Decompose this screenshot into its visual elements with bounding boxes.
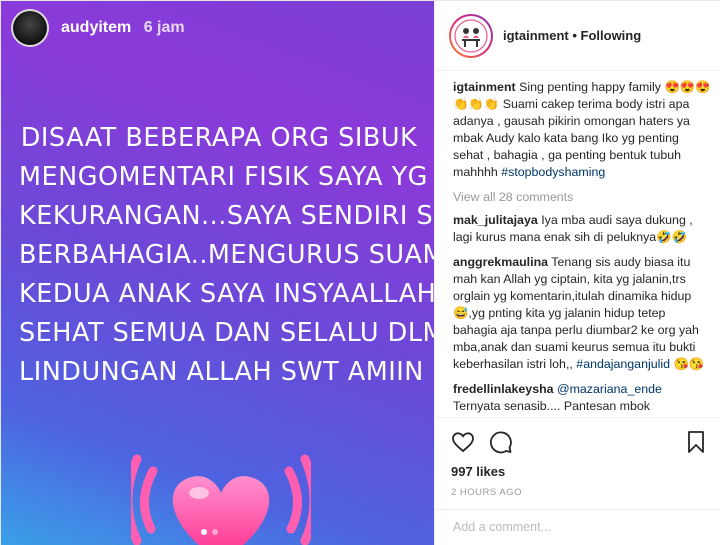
post-sidebar: igtainment • Following igtainment Sing p… [434, 1, 720, 545]
story-line: SEHAT SEMUA DAN SELALU DLM [19, 318, 434, 348]
bookmark-icon[interactable] [685, 430, 707, 454]
story-line: DISAAT BEBERAPA ORG SIBUK [20, 123, 418, 153]
story-line: KEKURANGAN...SAYA SENDIRI SIBUK [19, 201, 434, 231]
caption-username[interactable]: igtainment [453, 80, 516, 94]
pulsing-heart-icon [131, 454, 311, 545]
header-username[interactable]: igtainment [503, 28, 569, 43]
story-text: DISAAT BEBERAPA ORG SIBUK MENGOMENTARI F… [19, 119, 434, 393]
carousel-dots [201, 529, 218, 535]
story-line-last: LINDUNGAN ALLAH SWT AMIIN 🙏 [19, 353, 434, 393]
comment: mak_julitajaya Iya mba audi saya dukung … [453, 212, 711, 246]
comment: anggrekmaulina Tenang sis audy biasa itu… [453, 254, 711, 373]
caption-hashtag[interactable]: #stopbodyshaming [501, 165, 605, 179]
comments-panel[interactable]: igtainment Sing penting happy family 😍😍😍… [435, 71, 720, 416]
carousel-dot [201, 529, 207, 535]
post-header: igtainment • Following [435, 1, 720, 71]
comment-username[interactable]: anggrekmaulina [453, 255, 548, 269]
post-actions: 997 likes 2 HOURS AGO [435, 417, 720, 498]
add-comment-input[interactable]: Add a comment... [435, 509, 720, 545]
header-text: igtainment • Following [503, 28, 641, 43]
comment-text: Tenang sis audy biasa itu mah kan Allah … [453, 255, 699, 371]
carousel-dot [212, 529, 218, 535]
story-username[interactable]: audyitem [61, 19, 131, 36]
following-label[interactable]: • Following [572, 28, 641, 43]
action-icons [451, 426, 707, 458]
story-line: LINDUNGAN ALLAH SWT AMIIN [19, 357, 424, 387]
instagram-post-window: audyitem 6 jam DISAAT BEBERAPA ORG SIBUK… [0, 0, 720, 545]
story-line: KEDUA ANAK SAYA INSYAALLAH [19, 279, 434, 309]
story-line: BERBAHAGIA..MENGURUS SUAMI DAN [19, 240, 434, 270]
comment-icon[interactable] [489, 430, 513, 454]
likes-count[interactable]: 997 likes [451, 464, 707, 479]
comment-text: Ternyata senasib.... Pantesan mbok [453, 399, 650, 413]
comment-username[interactable]: mak_julitajaya [453, 213, 538, 227]
post-media[interactable]: audyitem 6 jam DISAAT BEBERAPA ORG SIBUK… [1, 1, 434, 545]
story-avatar[interactable] [11, 9, 49, 47]
view-all-comments-link[interactable]: View all 28 comments [453, 189, 711, 206]
comment-hashtag[interactable]: #andajanganjulid 😘😘 [576, 357, 704, 371]
comment-mention[interactable]: @mazariana_ende [557, 382, 662, 396]
story-time: 6 jam [143, 19, 185, 36]
account-avatar[interactable] [449, 13, 493, 58]
comment: fredellinlakeysha @mazariana_ende Ternya… [453, 381, 711, 415]
caption: igtainment Sing penting happy family 😍😍😍… [453, 79, 711, 181]
comment-username[interactable]: fredellinlakeysha [453, 382, 554, 396]
post-timestamp: 2 HOURS AGO [451, 487, 522, 498]
story-header: audyitem 6 jam [11, 9, 185, 47]
story-line: MENGOMENTARI FISIK SAYA YG BNYK [19, 162, 434, 192]
igtainment-logo-icon [454, 18, 488, 53]
heart-icon[interactable] [451, 430, 475, 454]
